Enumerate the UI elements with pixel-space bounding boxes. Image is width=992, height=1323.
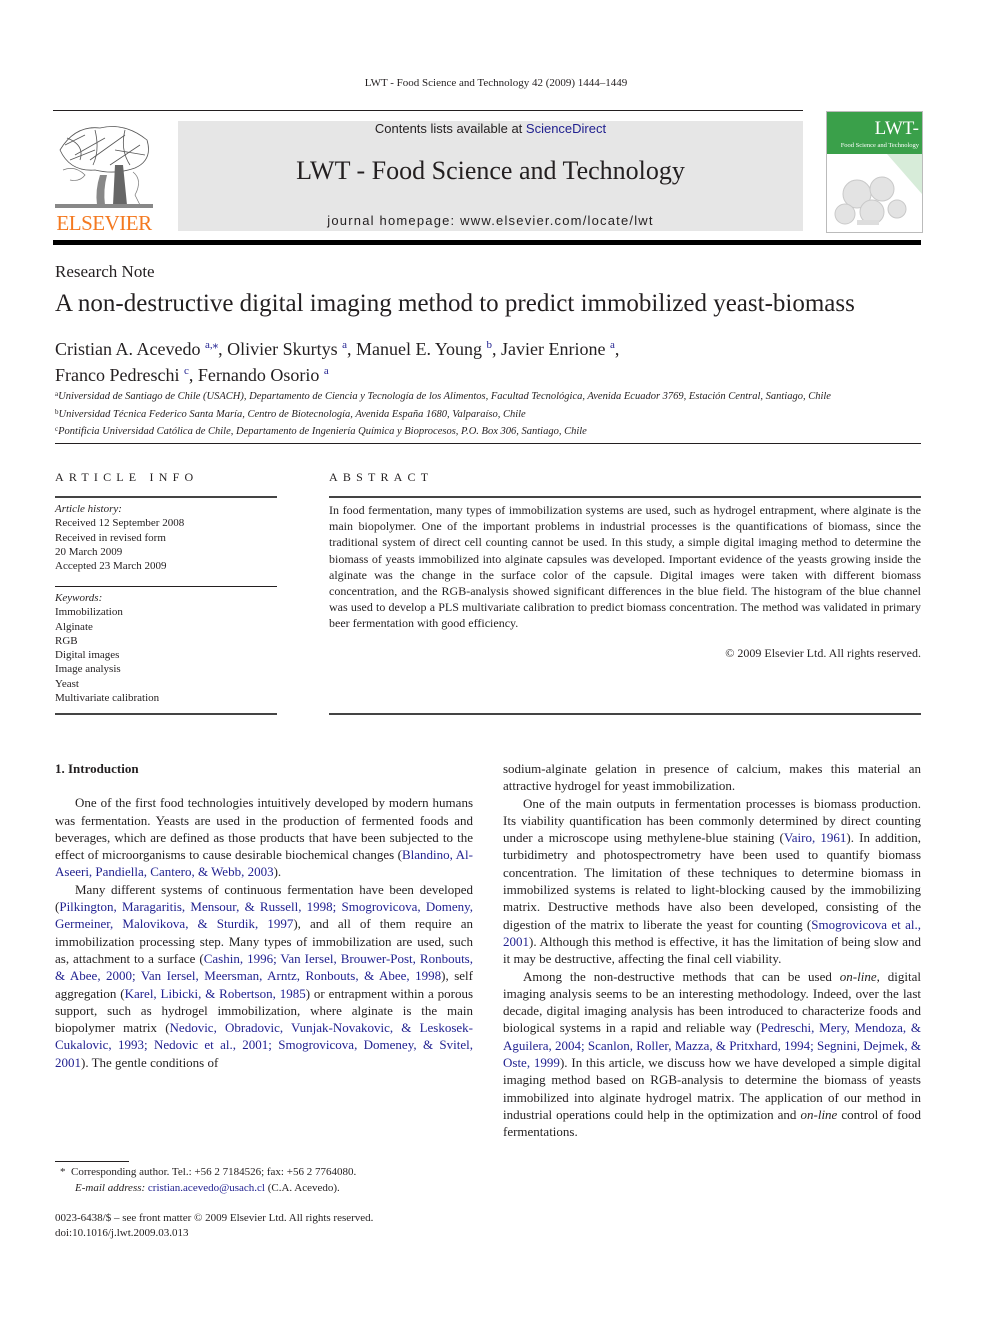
body-right-column: sodium-alginate gelation in presence of … [503,760,921,1141]
author-separator: , [492,339,502,359]
header-top-rule [53,110,803,111]
contents-line: Contents lists available at ScienceDirec… [178,121,803,136]
affiliations-divider [55,443,921,444]
author-separator: , [614,339,620,359]
abstract-heading: ABSTRACT [329,470,434,484]
author-name: Manuel E. Young [356,339,483,359]
footnote-email-line: E-mail address: cristian.acevedo@usach.c… [60,1181,356,1197]
history-item: Received in revised form [55,531,166,544]
body-paragraph: Many different systems of continuous fer… [55,881,473,1071]
affiliation-text: Universidad de Santiago de Chile (USACH)… [58,391,831,402]
keywords: Keywords: Immobilization Alginate RGB Di… [55,591,159,705]
footnote-line: * Corresponding author. Tel.: +56 2 7184… [60,1165,356,1181]
affiliation-item: bUniversidad Técnica Federico Santa Marí… [55,405,831,423]
footnote-marker: * [60,1166,66,1178]
email-link[interactable]: cristian.acevedo@usach.cl [148,1182,265,1194]
history-item: 20 March 2009 [55,545,123,558]
doi-line: doi:10.1016/j.lwt.2009.03.013 [55,1227,189,1239]
keyword-item: Immobilization [55,606,123,619]
journal-title: LWT - Food Science and Technology [296,156,685,185]
article-info-rule [55,496,277,498]
author-separator: , [218,339,228,359]
email-label: E-mail address: [75,1181,146,1194]
paragraph-text: sodium-alginate gelation in presence of … [503,761,921,794]
affiliations: aUniversidad de Santiago de Chile (USACH… [55,387,831,440]
article-info-heading: ARTICLE INFO [55,470,199,484]
elsevier-tree-icon [55,120,153,212]
keyword-item: Image analysis [55,663,121,676]
article-info-rule [55,586,277,587]
author-affiliation-marker[interactable]: a [324,365,329,377]
elsevier-wordmark: ELSEVIER [56,211,152,235]
author-separator: , [188,365,198,385]
keywords-label: Keywords: [55,592,103,604]
contents-prefix: Contents lists available at [374,121,526,136]
keyword-item: Yeast [55,677,79,690]
paragraph-text: ). [273,864,282,880]
paragraph-text: Among the non-destructive methods that c… [523,968,840,984]
author-name: Javier Enrione [501,339,606,359]
body-paragraph: One of the first food technologies intui… [55,794,473,880]
author-separator: , [347,339,357,359]
section-heading-introduction: 1. Introduction [55,761,139,776]
left-paragraphs: One of the first food technologies intui… [55,794,473,1071]
author-name: Olivier Skurtys [227,339,338,359]
abstract-copyright: © 2009 Elsevier Ltd. All rights reserved… [725,646,921,660]
keyword-item: Alginate [55,620,93,633]
abstract-text: In food fermentation, many types of immo… [329,503,921,631]
citation-link[interactable]: Karel, Libicki, & Robertson, 1985 [125,986,306,1001]
cover-title: LWT- [874,118,919,139]
author-list: Cristian A. Acevedo a,⁎, Olivier Skurtys… [55,334,619,386]
paragraph-text: ). Although this method is effective, it… [503,933,921,967]
article-title: A non-destructive digital imaging method… [55,290,855,317]
body-left-column: 1. Introduction One of the first food te… [55,760,473,1071]
author-line-2: Franco Pedreschi c, Fernando Osorio a [55,360,619,386]
abstract-rule [329,713,921,715]
article-info-rule [55,713,277,715]
affiliation-text: Universidad Técnica Federico Santa María… [58,408,526,420]
cover-image-icon [834,154,922,225]
front-matter: 0023-6438/$ – see front matter © 2009 El… [55,1211,373,1241]
running-head: LWT - Food Science and Technology 42 (20… [364,77,628,89]
article-history: Article history: Received 12 September 2… [55,502,184,573]
affiliation-item: cPontificia Universidad Católica de Chil… [55,422,831,440]
citation-link[interactable]: Vairo, 1961 [784,830,847,845]
corresponding-author-footnote: * Corresponding author. Tel.: +56 2 7184… [60,1165,356,1196]
history-item: Accepted 23 March 2009 [55,560,167,573]
header-thick-rule [53,240,921,245]
issn-line: 0023-6438/$ – see front matter © 2009 El… [55,1212,374,1224]
right-paragraphs: sodium-alginate gelation in presence of … [503,760,921,1141]
body-paragraph: sodium-alginate gelation in presence of … [503,760,921,795]
paragraph-text: ). The gentle conditions of [81,1054,219,1070]
journal-banner: Contents lists available at ScienceDirec… [178,121,803,231]
keyword-item: Multivariate calibration [55,692,160,705]
body-paragraph: Among the non-destructive methods that c… [503,968,921,1141]
article-history-label: Article history: [55,503,122,515]
keyword-item: Digital images [55,649,120,662]
elsevier-logo[interactable]: ELSEVIER [53,120,155,235]
journal-homepage-link[interactable]: journal homepage: www.elsevier.com/locat… [178,213,803,228]
author-name: Franco Pedreschi [55,365,180,385]
author-line-1: Cristian A. Acevedo a,⁎, Olivier Skurtys… [55,334,619,360]
footnote-rule [55,1161,129,1162]
cover-subtitle: Food Science and Technology [840,142,919,149]
affiliation-item: aUniversidad de Santiago de Chile (USACH… [55,387,831,405]
abstract-rule [329,496,921,498]
keyword-item: RGB [55,634,78,647]
history-item: Received 12 September 2008 [55,517,185,530]
email-suffix: (C.A. Acevedo). [267,1181,340,1194]
sciencedirect-link[interactable]: ScienceDirect [526,121,606,136]
article-type: Research Note [55,262,155,281]
paragraph-text: on-line [839,968,877,984]
author-affiliation-marker[interactable]: a,⁎ [205,339,218,351]
journal-cover-thumbnail[interactable]: LWT- Food Science and Technology [826,111,923,233]
body-paragraph: One of the main outputs in fermentation … [503,795,921,968]
affiliation-text: Pontificia Universidad Católica de Chile… [58,426,587,437]
paragraph-text: on-line [800,1106,838,1122]
author-name: Cristian A. Acevedo [55,339,201,359]
footnote-contact: Corresponding author. Tel.: +56 2 718452… [71,1166,357,1178]
author-name: Fernando Osorio [197,365,320,385]
